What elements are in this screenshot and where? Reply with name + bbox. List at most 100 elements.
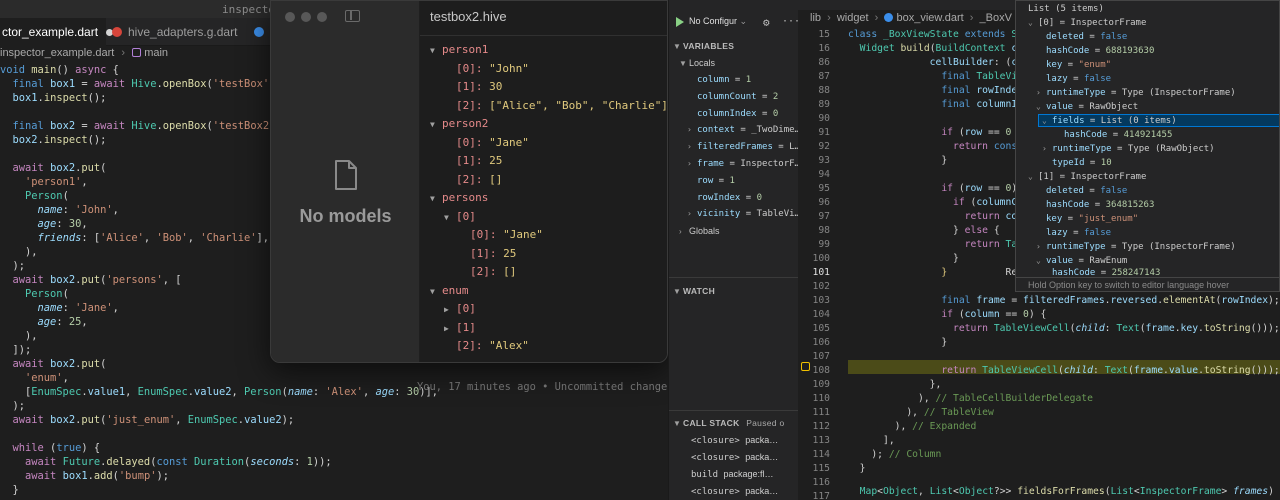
local-variable[interactable]: rowIndex = 0 bbox=[697, 193, 762, 203]
box-entry-row[interactable]: ▼ [0] bbox=[444, 210, 476, 223]
frame-function: build bbox=[691, 470, 719, 480]
stack-frame[interactable]: <closure> packa… bbox=[691, 435, 778, 446]
hover-row[interactable]: deleted = false bbox=[1046, 186, 1127, 196]
box-entry-row[interactable]: [1]: 25 bbox=[456, 154, 502, 167]
breadcrumb-segment[interactable]: lib bbox=[810, 12, 821, 24]
minimize-window-button[interactable] bbox=[301, 12, 311, 22]
close-window-button[interactable] bbox=[285, 12, 295, 22]
hover-row[interactable]: ⌄ [0] = InspectorFrame bbox=[1028, 18, 1146, 28]
local-variable[interactable]: › context = _TwoDime… bbox=[687, 125, 798, 135]
line-number: 95 bbox=[818, 183, 830, 194]
local-variable[interactable]: columnIndex = 0 bbox=[697, 109, 778, 119]
hover-row[interactable]: deleted = false bbox=[1046, 32, 1127, 42]
stack-frame[interactable]: build package:fl… bbox=[691, 469, 774, 480]
box-entry-row[interactable]: ▶ [0] bbox=[444, 302, 476, 315]
local-variable[interactable]: › vicinity = TableVi… bbox=[687, 209, 798, 219]
box-entry-row[interactable]: [0]: "Jane" bbox=[470, 228, 543, 241]
box-entry-row[interactable]: [2]: "Alex" bbox=[456, 339, 529, 352]
callstack-section-header[interactable]: ▼ CALL STACK Paused o bbox=[673, 418, 785, 428]
launch-config-select[interactable]: No Configur ⌄ bbox=[689, 16, 747, 27]
entry-value: [] bbox=[489, 172, 503, 186]
code-line: return const bbox=[952, 141, 1023, 152]
breadcrumb-segment[interactable]: _BoxV bbox=[980, 12, 1012, 24]
hover-root[interactable]: List (5 items) bbox=[1028, 4, 1104, 14]
hover-row[interactable]: lazy = false bbox=[1046, 228, 1111, 238]
code-line: void main() async { bbox=[0, 64, 119, 76]
local-variable[interactable]: ›filteredFrames = L… bbox=[687, 142, 798, 152]
box-entry-row[interactable]: [0]: "Jane" bbox=[456, 136, 529, 149]
frame-function: <closure> bbox=[691, 487, 740, 497]
expand-chevron-icon[interactable]: › bbox=[687, 209, 697, 218]
local-variable[interactable]: row = 1 bbox=[697, 176, 735, 186]
box-entry-row[interactable]: ▼ person1 bbox=[430, 43, 488, 56]
entry-key: [2]: bbox=[470, 265, 497, 278]
breadcrumb-segment[interactable]: widget bbox=[837, 12, 869, 24]
hover-row[interactable]: ⌄ [1] = InspectorFrame bbox=[1028, 172, 1146, 182]
line-number: 93 bbox=[818, 155, 830, 166]
box-entry-row[interactable]: [1]: 30 bbox=[456, 80, 502, 93]
local-variable[interactable]: › frame = InspectorF… bbox=[687, 159, 798, 169]
box-entry-row[interactable]: ▼ persons bbox=[430, 191, 488, 204]
frame-location: package:fl… bbox=[723, 469, 774, 479]
stack-frame[interactable]: <closure> packa… bbox=[691, 486, 778, 497]
box-entry-row[interactable]: [1]: 25 bbox=[470, 247, 516, 260]
expanded-arrow-icon[interactable]: ▼ bbox=[430, 287, 442, 296]
box-entry-row[interactable]: ▼ person2 bbox=[430, 117, 488, 130]
box-entry-row[interactable]: [0]: "John" bbox=[456, 62, 529, 75]
gear-icon[interactable]: ⚙ bbox=[763, 16, 770, 29]
box-entry-row[interactable]: [2]: [] bbox=[470, 265, 516, 278]
breadcrumb-symbol[interactable]: main bbox=[144, 47, 168, 59]
hover-row[interactable]: ⌄ value = RawEnum bbox=[1036, 256, 1127, 266]
stack-frame[interactable]: <closure> packa… bbox=[691, 452, 778, 463]
hover-row[interactable]: hashCode = 414921455 bbox=[1064, 130, 1172, 140]
hover-row[interactable]: › runtimeType = Type (RawObject) bbox=[1042, 144, 1215, 154]
variables-section-header[interactable]: ▼ VARIABLES bbox=[673, 41, 734, 51]
collapsed-arrow-icon[interactable]: ▶ bbox=[444, 324, 456, 333]
expanded-arrow-icon[interactable]: ▼ bbox=[444, 213, 456, 222]
hover-row[interactable]: typeId = 10 bbox=[1052, 158, 1112, 168]
box-entry-row[interactable]: ▼ enum bbox=[430, 284, 469, 297]
hover-row[interactable]: › runtimeType = Type (InspectorFrame) bbox=[1036, 242, 1236, 252]
hover-row[interactable]: lazy = false bbox=[1046, 74, 1111, 84]
locals-scope[interactable]: ▼ Locals bbox=[679, 58, 715, 68]
breadcrumb-segment[interactable]: box_view.dart bbox=[896, 12, 963, 24]
expand-chevron-icon[interactable]: › bbox=[687, 159, 697, 168]
tab-overflow[interactable] bbox=[254, 18, 268, 46]
globals-scope[interactable]: › Globals bbox=[679, 226, 720, 236]
expanded-arrow-icon[interactable]: ▼ bbox=[430, 120, 442, 129]
local-variable[interactable]: columnCount = 2 bbox=[697, 92, 778, 102]
watch-section-header[interactable]: ▼ WATCH bbox=[673, 286, 715, 296]
code-line: ), bbox=[0, 330, 38, 342]
hover-row[interactable]: hashCode = 688193630 bbox=[1046, 46, 1154, 56]
box-entry-row[interactable]: [2]: ["Alice", "Bob", "Charlie"] bbox=[456, 99, 667, 112]
hover-row[interactable]: key = "just_enum" bbox=[1046, 214, 1138, 224]
hover-row[interactable]: key = "enum" bbox=[1046, 60, 1111, 70]
code-line: 'enum', bbox=[25, 372, 69, 384]
breadcrumb-file[interactable]: inspector_example.dart bbox=[0, 47, 114, 59]
variable-value: InspectorF… bbox=[740, 159, 798, 169]
expanded-arrow-icon[interactable]: ▼ bbox=[430, 194, 442, 203]
hover-row[interactable]: ⌄ value = RawObject bbox=[1036, 102, 1138, 112]
box-entry-row[interactable]: ▶ [1] bbox=[444, 321, 476, 334]
breadcrumb: lib › widget › box_view.dart › _BoxV bbox=[810, 12, 1012, 24]
tab-hive-adapters[interactable]: hive_adapters.g.dart bbox=[112, 18, 252, 46]
local-variable[interactable]: column = 1 bbox=[697, 75, 751, 85]
tab-inspector-example[interactable]: ctor_example.dart bbox=[0, 18, 114, 46]
frame-location: packa… bbox=[745, 486, 779, 496]
hover-row[interactable]: hashCode = 364815263 bbox=[1046, 200, 1154, 210]
hover-row-selected[interactable]: ⌄ fields = List (0 items) bbox=[1042, 116, 1177, 126]
expand-chevron-icon[interactable]: › bbox=[687, 125, 697, 134]
sidebar-toggle-icon[interactable] bbox=[345, 10, 360, 22]
line-number: 111 bbox=[812, 407, 831, 418]
expanded-arrow-icon[interactable]: ▼ bbox=[430, 46, 442, 55]
more-actions-icon[interactable]: ··· bbox=[782, 16, 798, 27]
variable-name: columnIndex bbox=[697, 108, 757, 119]
expand-chevron-icon[interactable]: › bbox=[687, 142, 697, 151]
collapsed-arrow-icon[interactable]: ▶ bbox=[444, 305, 456, 314]
box-entry-row[interactable]: [2]: [] bbox=[456, 173, 502, 186]
zoom-window-button[interactable] bbox=[317, 12, 327, 22]
code-line: }, bbox=[848, 379, 942, 390]
entry-value: "John" bbox=[489, 61, 529, 75]
hover-row[interactable]: › runtimeType = Type (InspectorFrame) bbox=[1036, 88, 1236, 98]
start-debugging-icon[interactable] bbox=[676, 17, 684, 27]
